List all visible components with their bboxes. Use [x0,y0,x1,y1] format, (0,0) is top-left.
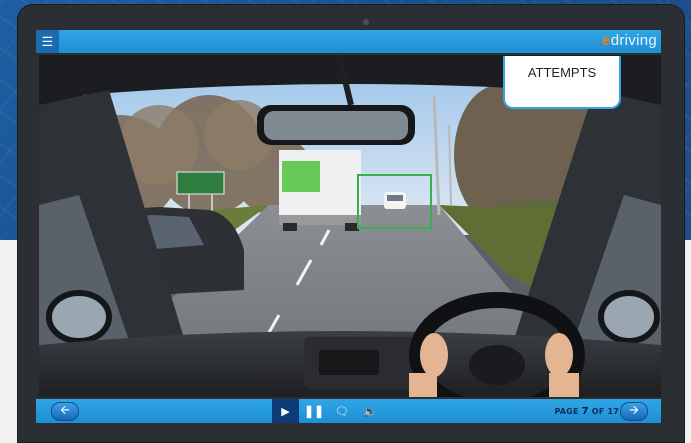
app-footer: 🡨 ▶ ❚❚ 🗨 🔈 PAGE 7 OF 17 🡪 [36,399,661,423]
play-button[interactable]: ▶ [272,399,299,423]
app-header: ☰ edriving [36,30,661,53]
play-icon: ▶ [281,405,290,418]
hamburger-icon: ☰ [41,33,54,49]
arrow-left-icon: 🡨 [60,403,70,417]
page-current: 7 [581,406,589,417]
previous-page-button[interactable]: 🡨 [51,402,79,421]
page-total: 17 [607,407,619,416]
attempts-panel: ATTEMPTS [503,56,621,109]
menu-button[interactable]: ☰ [36,30,59,53]
arrow-right-icon: 🡪 [629,403,639,417]
page-indicator: PAGE 7 OF 17 [554,406,619,417]
pause-icon: ❚❚ [303,404,325,418]
hazard-hotspot-truck[interactable] [282,161,320,192]
next-page-button[interactable]: 🡪 [620,402,648,421]
subtitles-button[interactable]: 🗨 [330,399,354,423]
attempts-label: ATTEMPTS [527,65,597,80]
brand-logo: edriving [602,32,657,49]
pause-button[interactable]: ❚❚ [302,399,326,423]
camera-dot [363,19,369,25]
volume-button[interactable]: 🔈 [358,399,382,423]
chat-icon: 🗨 [335,405,349,418]
hazard-hotspot-marker[interactable] [357,174,432,229]
volume-icon: 🔈 [363,405,377,418]
